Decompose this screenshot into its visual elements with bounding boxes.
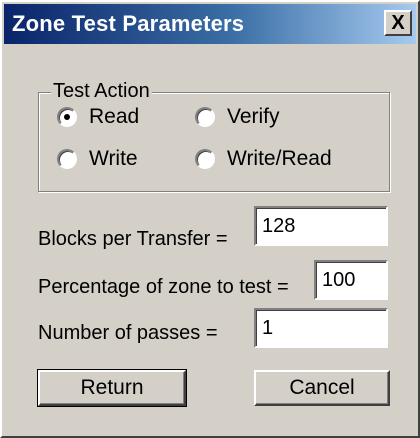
radio-write-indicator[interactable] xyxy=(57,149,77,169)
percentage-of-zone-input[interactable] xyxy=(314,260,388,300)
number-of-passes-input[interactable] xyxy=(254,308,388,348)
radio-verify-indicator[interactable] xyxy=(195,107,215,127)
cancel-button[interactable]: Cancel xyxy=(254,370,390,406)
radio-verify[interactable]: Verify xyxy=(195,105,280,129)
radio-write[interactable]: Write xyxy=(57,147,138,171)
blocks-per-transfer-label: Blocks per Transfer = xyxy=(38,228,228,250)
zone-test-dialog: Zone Test Parameters X Test Action Read … xyxy=(0,0,420,438)
close-icon: X xyxy=(391,12,405,34)
radio-write-label: Write xyxy=(89,147,138,170)
radio-write-read-label: Write/Read xyxy=(227,147,332,170)
window-title: Zone Test Parameters xyxy=(12,11,245,36)
radio-read-label: Read xyxy=(89,105,140,128)
test-action-group: Test Action Read Verify Write Write/Read xyxy=(38,80,390,192)
radio-write-read-indicator[interactable] xyxy=(195,149,215,169)
blocks-per-transfer-input[interactable] xyxy=(254,206,388,246)
title-bar[interactable]: Zone Test Parameters X xyxy=(4,4,416,44)
test-action-legend: Test Action xyxy=(51,80,152,103)
radio-write-read[interactable]: Write/Read xyxy=(195,147,332,171)
return-button[interactable]: Return xyxy=(37,369,187,407)
percentage-of-zone-label: Percentage of zone to test = xyxy=(38,276,289,298)
close-button[interactable]: X xyxy=(384,10,412,36)
radio-verify-label: Verify xyxy=(227,105,280,128)
radio-read[interactable]: Read xyxy=(57,105,139,129)
radio-read-indicator[interactable] xyxy=(57,107,77,127)
number-of-passes-label: Number of passes = xyxy=(38,322,218,344)
